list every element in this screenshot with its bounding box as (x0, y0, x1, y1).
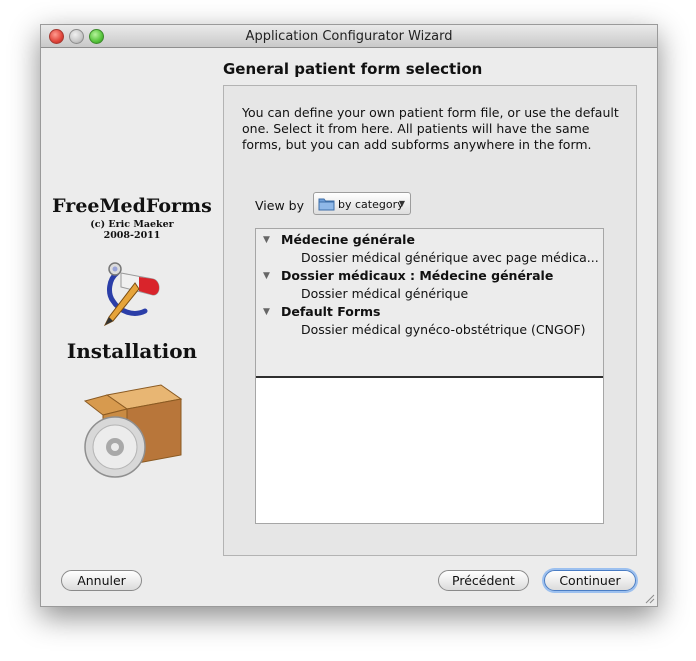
disclosure-triangle-icon[interactable]: ▼ (263, 235, 270, 245)
tree-category[interactable]: ▼ Default Forms (256, 303, 603, 321)
copyright-years: 2008-2011 (103, 230, 161, 241)
content-panel: You can define your own patient form fil… (223, 85, 637, 556)
tree-form-label: Dossier médical gynéco-obstétrique (CNGO… (301, 322, 586, 337)
forms-tree[interactable]: ▼ Médecine générale Dossier médical géné… (255, 228, 604, 524)
view-by-selected-value: by category (338, 198, 404, 211)
tree-form-item[interactable]: Dossier médical générique avec page médi… (256, 249, 603, 267)
view-by-label: View by (255, 198, 304, 213)
continue-button[interactable]: Continuer (544, 570, 636, 591)
tree-category[interactable]: ▼ Médecine générale (256, 231, 603, 249)
brand-name: FreeMedForms (52, 195, 212, 217)
copyright-text: (c) Eric Maeker 2008-2011 (41, 219, 223, 241)
folder-icon (318, 198, 335, 211)
tree-form-label: Dossier médical générique (301, 286, 469, 301)
wizard-window: Application Configurator Wizard General … (40, 24, 658, 607)
forms-tree-list: ▼ Médecine générale Dossier médical géné… (256, 229, 603, 376)
copyright-author: (c) Eric Maeker (90, 219, 174, 230)
wizard-side-panel: FreeMedForms (c) Eric Maeker 2008-2011 I… (41, 47, 223, 567)
freemedforms-logo-icon (103, 262, 160, 327)
page-title: General patient form selection (223, 60, 483, 78)
disclosure-triangle-icon[interactable]: ▼ (263, 307, 270, 317)
previous-button[interactable]: Précédent (438, 570, 529, 591)
tree-category-label: Default Forms (281, 304, 381, 319)
cancel-button[interactable]: Annuler (61, 570, 142, 591)
tree-form-label: Dossier médical générique avec page médi… (301, 250, 599, 265)
splitter-handle[interactable] (256, 376, 603, 378)
tree-category[interactable]: ▼ Dossier médicaux : Médecine générale (256, 267, 603, 285)
description-text: You can define your own patient form fil… (242, 105, 619, 152)
tree-form-item[interactable]: Dossier médical gynéco-obstétrique (CNGO… (256, 321, 603, 339)
tree-category-label: Médecine générale (281, 232, 415, 247)
view-by-dropdown[interactable]: by category ▼ (313, 192, 411, 215)
tree-form-item[interactable]: Dossier médical générique (256, 285, 603, 303)
installation-label: Installation (66, 339, 198, 363)
title-bar[interactable]: Application Configurator Wizard (41, 25, 657, 48)
disclosure-triangle-icon[interactable]: ▼ (263, 271, 270, 281)
tree-category-label: Dossier médicaux : Médecine générale (281, 268, 554, 283)
resize-grip-icon[interactable] (643, 592, 655, 604)
installation-package-icon (83, 384, 183, 478)
window-title: Application Configurator Wizard (245, 29, 453, 44)
dropdown-arrow-icon: ▼ (398, 199, 405, 208)
